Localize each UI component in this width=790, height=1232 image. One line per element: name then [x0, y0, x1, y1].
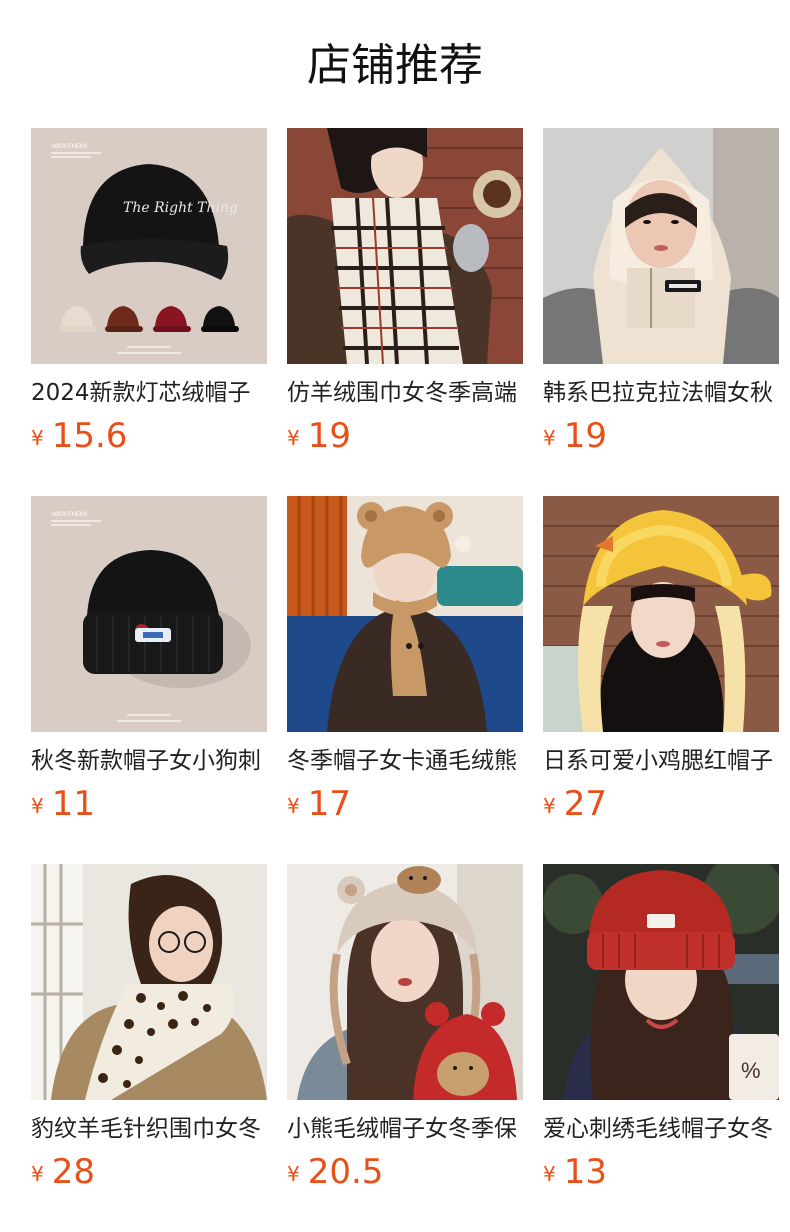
product-price: ¥17	[287, 784, 351, 828]
product-card[interactable]: 豹纹羊毛针织围巾女冬 ¥28	[31, 864, 267, 1232]
plaid-scarf-photo	[287, 128, 523, 364]
product-card[interactable]: 韩系巴拉克拉法帽女秋 ¥19	[543, 128, 779, 496]
product-image-black-cap[interactable]: ABOUTHEKK The Right Thing	[31, 128, 267, 364]
currency-symbol: ¥	[287, 426, 300, 450]
product-grid: ABOUTHEKK The Right Thing 2024新款灯芯绒帽子 ¥	[31, 128, 779, 1232]
product-card[interactable]: ABOUTHEKK The Right Thing 2024新款灯芯绒帽子 ¥	[31, 128, 267, 496]
product-image-plaid-scarf[interactable]	[287, 128, 523, 364]
product-name[interactable]: 韩系巴拉克拉法帽女秋	[543, 376, 779, 410]
product-image-chick-hat[interactable]	[543, 496, 779, 732]
product-image-bear-ear-hat[interactable]	[287, 864, 523, 1100]
product-name[interactable]: 小熊毛绒帽子女冬季保	[287, 1112, 523, 1146]
product-card[interactable]: % 爱心刺绣毛线帽子女冬 ¥13	[543, 864, 779, 1232]
currency-symbol: ¥	[287, 794, 300, 818]
svg-text:%: %	[741, 1058, 761, 1083]
product-price: ¥28	[31, 1152, 95, 1196]
brand-text: ABOUTHEKK	[51, 512, 88, 518]
product-price: ¥27	[543, 784, 607, 828]
leopard-scarf-photo	[31, 864, 267, 1100]
black-beanie-photo: ABOUTHEKK	[31, 496, 267, 732]
price-amount: 28	[51, 1152, 95, 1192]
product-price: ¥19	[287, 416, 351, 460]
product-name[interactable]: 爱心刺绣毛线帽子女冬	[543, 1112, 779, 1146]
product-price: ¥20.5	[287, 1152, 383, 1196]
bear-ear-hat-photo	[287, 864, 523, 1100]
black-cap-photo: ABOUTHEKK The Right Thing	[31, 128, 267, 364]
currency-symbol: ¥	[543, 1162, 556, 1186]
price-amount: 27	[563, 784, 607, 824]
currency-symbol: ¥	[31, 794, 44, 818]
product-name[interactable]: 豹纹羊毛针织围巾女冬	[31, 1112, 267, 1146]
price-amount: 13	[563, 1152, 607, 1192]
product-name[interactable]: 秋冬新款帽子女小狗刺	[31, 744, 267, 778]
product-price: ¥13	[543, 1152, 607, 1196]
product-name[interactable]: 2024新款灯芯绒帽子	[31, 376, 267, 410]
product-image-leopard-scarf[interactable]	[31, 864, 267, 1100]
price-amount: 15.6	[51, 416, 128, 456]
product-name[interactable]: 日系可爱小鸡腮红帽子	[543, 744, 779, 778]
currency-symbol: ¥	[543, 426, 556, 450]
product-price: ¥11	[31, 784, 95, 828]
page-title: 店铺推荐	[307, 40, 483, 91]
red-beanie-photo: %	[543, 864, 779, 1100]
balaclava-photo	[543, 128, 779, 364]
product-name[interactable]: 仿羊绒围巾女冬季高端	[287, 376, 523, 410]
currency-symbol: ¥	[31, 426, 44, 450]
product-name[interactable]: 冬季帽子女卡通毛绒熊	[287, 744, 523, 778]
product-image-black-beanie[interactable]: ABOUTHEKK	[31, 496, 267, 732]
bear-hat-photo	[287, 496, 523, 732]
currency-symbol: ¥	[543, 794, 556, 818]
product-card[interactable]: ABOUTHEKK 秋冬新款帽子女小狗刺 ¥ 11	[31, 496, 267, 864]
product-card[interactable]: 冬季帽子女卡通毛绒熊 ¥17	[287, 496, 523, 864]
price-amount: 17	[307, 784, 351, 824]
price-amount: 19	[563, 416, 607, 456]
product-image-balaclava[interactable]	[543, 128, 779, 364]
product-card[interactable]: 日系可爱小鸡腮红帽子 ¥27	[543, 496, 779, 864]
product-card[interactable]: 小熊毛绒帽子女冬季保 ¥20.5	[287, 864, 523, 1232]
price-amount: 20.5	[307, 1152, 384, 1192]
brand-text: ABOUTHEKK	[51, 144, 88, 150]
product-price: ¥19	[543, 416, 607, 460]
currency-symbol: ¥	[31, 1162, 44, 1186]
currency-symbol: ¥	[287, 1162, 300, 1186]
product-image-bear-hat[interactable]	[287, 496, 523, 732]
cap-text: The Right Thing	[123, 200, 238, 216]
product-card[interactable]: 仿羊绒围巾女冬季高端 ¥19	[287, 128, 523, 496]
chick-hat-photo	[543, 496, 779, 732]
price-amount: 19	[307, 416, 351, 456]
product-price: ¥15.6	[31, 416, 127, 460]
product-image-red-beanie[interactable]: %	[543, 864, 779, 1100]
price-amount: 11	[51, 784, 95, 824]
